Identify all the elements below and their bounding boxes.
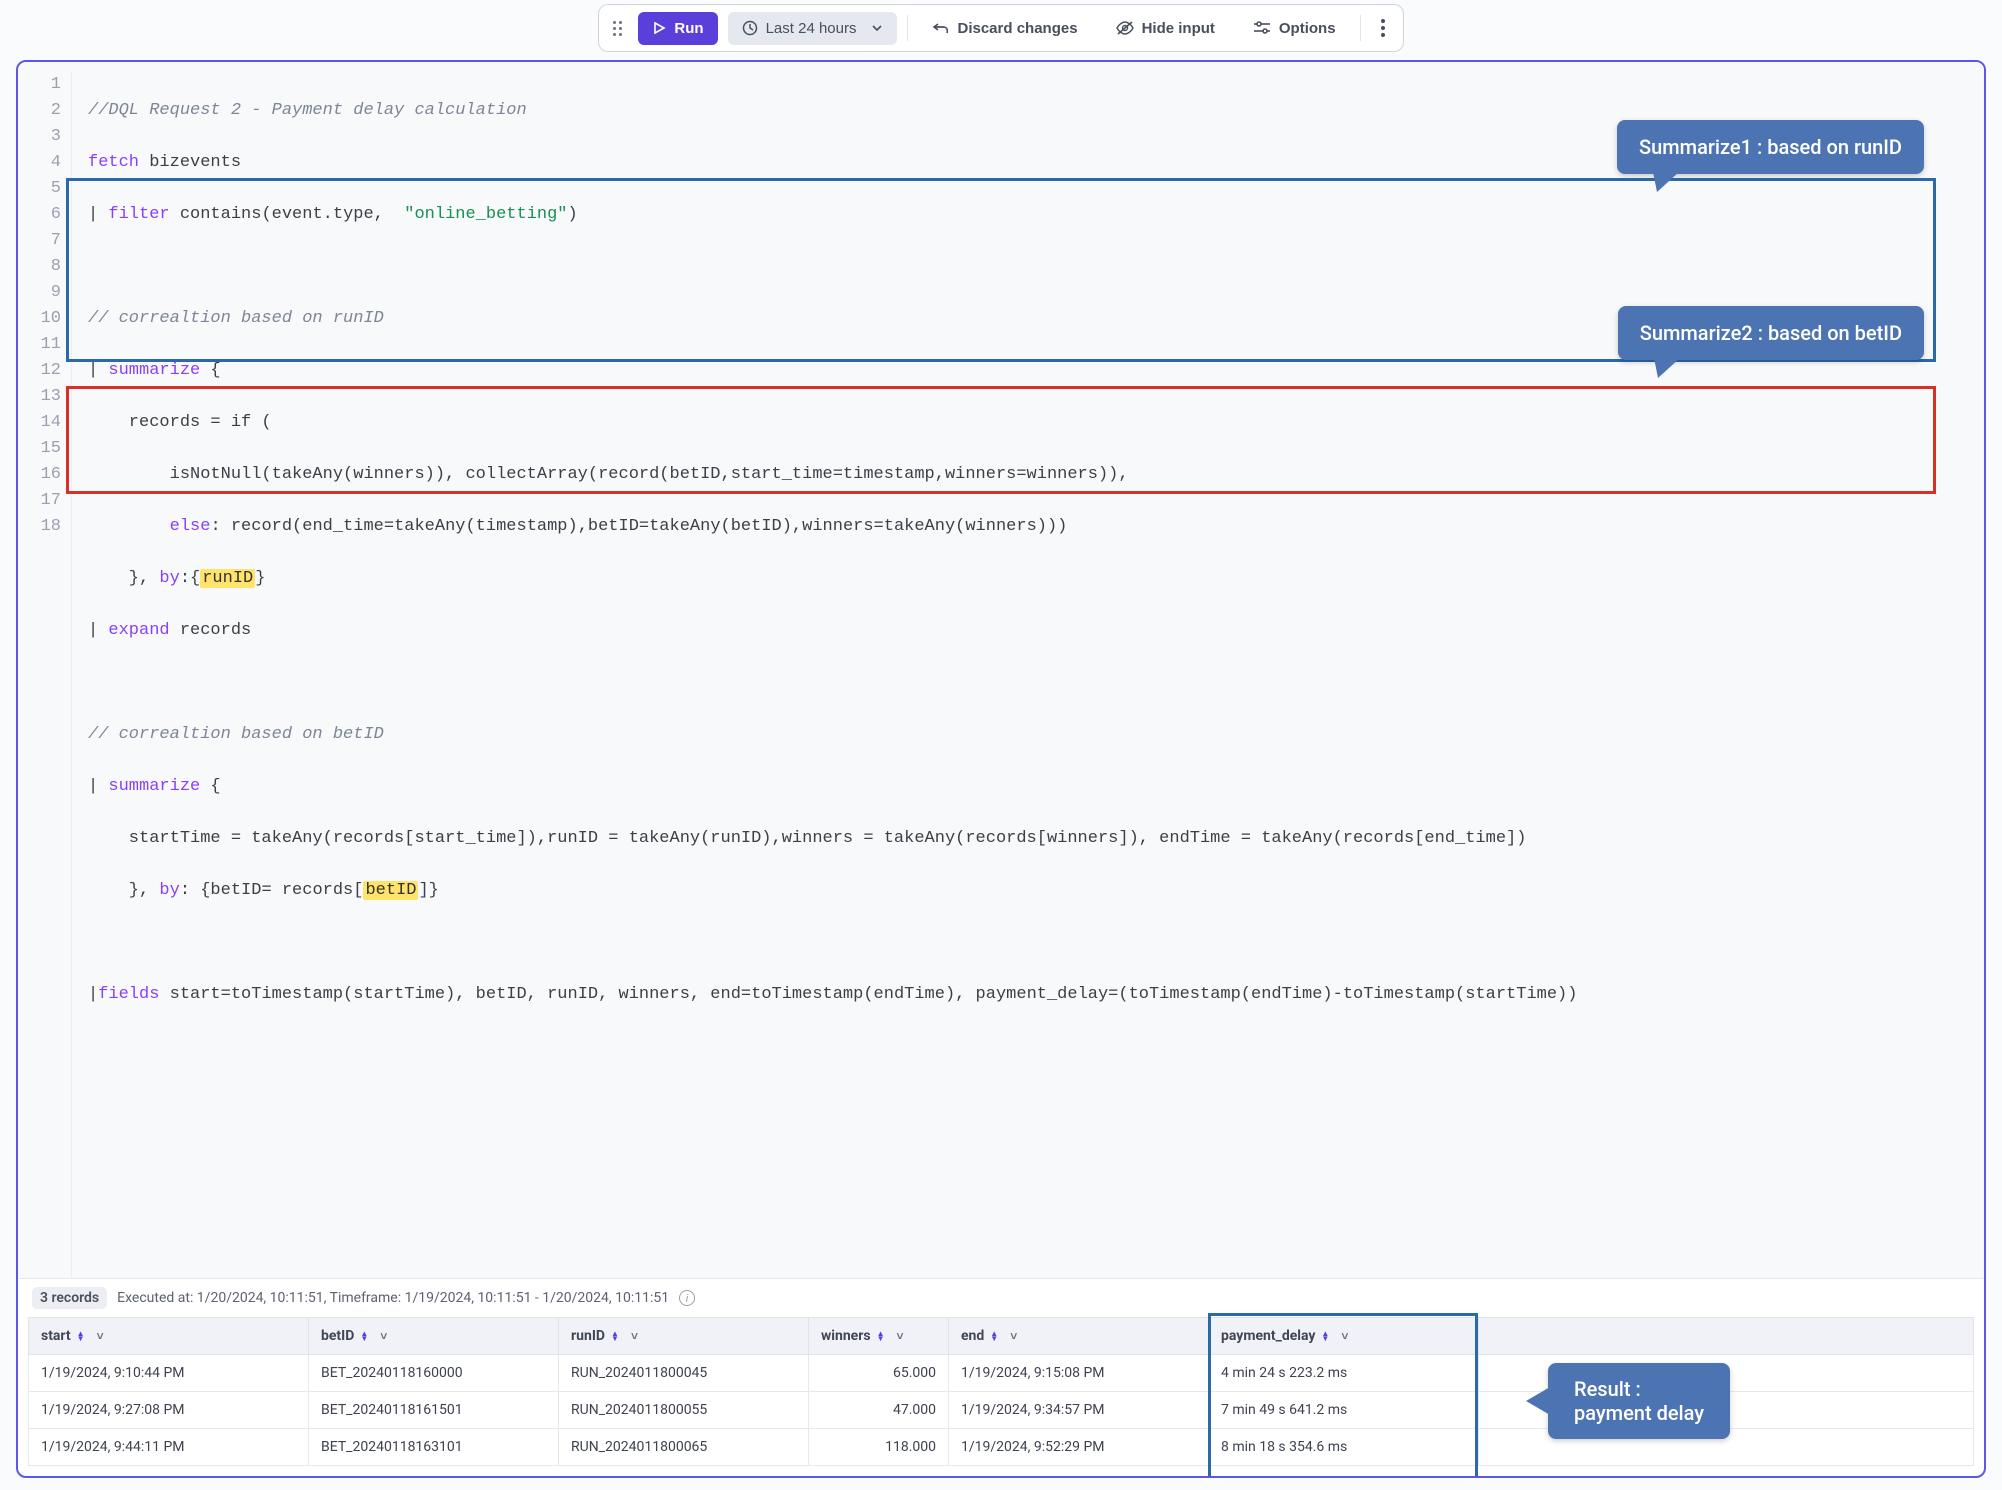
line-number: 11 [18, 332, 61, 358]
line-number: 9 [18, 280, 61, 306]
discard-label: Discard changes [958, 20, 1078, 37]
line-number: 7 [18, 228, 61, 254]
col-payment-delay[interactable]: payment_delay▲▼˅ [1209, 1318, 1479, 1355]
col-spacer [1479, 1318, 1974, 1355]
code-editor[interactable]: 123456789101112131415161718 //DQL Reques… [18, 62, 1984, 1279]
line-number: 16 [18, 462, 61, 488]
line-number: 15 [18, 436, 61, 462]
separator [1360, 15, 1361, 41]
cell-end: 1/19/2024, 9:52:29 PM [949, 1429, 1209, 1466]
code-area[interactable]: //DQL Request 2 - Payment delay calculat… [72, 72, 1984, 1278]
line-number: 1 [18, 72, 61, 98]
options-label: Options [1279, 20, 1336, 37]
cell-end: 1/19/2024, 9:15:08 PM [949, 1355, 1209, 1392]
cell-start: 1/19/2024, 9:27:08 PM [29, 1392, 309, 1429]
more-menu-button[interactable] [1371, 11, 1395, 45]
line-number: 14 [18, 410, 61, 436]
cell-betid: BET_20240118163101 [309, 1429, 559, 1466]
results-area: start▲▼˅ betID▲▼˅ runID▲▼˅ winners▲▼˅ en… [18, 1317, 1984, 1476]
cell-runid: RUN_2024011800055 [559, 1392, 809, 1429]
drag-handle-icon[interactable] [607, 15, 628, 42]
timeframe-button[interactable]: Last 24 hours [728, 12, 897, 45]
cell-winners: 118.000 [809, 1429, 949, 1466]
hide-label: Hide input [1142, 20, 1215, 37]
play-icon [652, 21, 666, 35]
line-number: 3 [18, 124, 61, 150]
col-start[interactable]: start▲▼˅ [29, 1318, 309, 1355]
callout-summarize1: Summarize1 : based on runID [1617, 120, 1924, 174]
execution-info: Executed at: 1/20/2024, 10:11:51, Timefr… [117, 1290, 669, 1306]
col-runid[interactable]: runID▲▼˅ [559, 1318, 809, 1355]
options-button[interactable]: Options [1239, 12, 1350, 45]
cell-payment-delay: 4 min 24 s 223.2 ms [1209, 1355, 1479, 1392]
cell-runid: RUN_2024011800045 [559, 1355, 809, 1392]
callout-summarize2: Summarize2 : based on betID [1618, 306, 1924, 360]
info-icon[interactable]: i [679, 1290, 695, 1306]
col-betid[interactable]: betID▲▼˅ [309, 1318, 559, 1355]
sliders-icon [1253, 21, 1271, 35]
table-header-row: start▲▼˅ betID▲▼˅ runID▲▼˅ winners▲▼˅ en… [29, 1318, 1974, 1355]
cell-betid: BET_20240118161501 [309, 1392, 559, 1429]
cell-start: 1/19/2024, 9:10:44 PM [29, 1355, 309, 1392]
separator [907, 15, 908, 41]
eye-off-icon [1116, 21, 1134, 35]
kebab-icon [1381, 19, 1385, 37]
callout-result: Result : payment delay [1548, 1363, 1730, 1439]
line-number: 10 [18, 306, 61, 332]
cell-betid: BET_20240118160000 [309, 1355, 559, 1392]
record-count-badge: 3 records [32, 1287, 107, 1309]
cell-payment-delay: 7 min 49 s 641.2 ms [1209, 1392, 1479, 1429]
line-number: 8 [18, 254, 61, 280]
line-number: 4 [18, 150, 61, 176]
query-panel: 123456789101112131415161718 //DQL Reques… [16, 60, 1986, 1478]
cell-payment-delay: 8 min 18 s 354.6 ms [1209, 1429, 1479, 1466]
line-number: 18 [18, 514, 61, 540]
hide-input-button[interactable]: Hide input [1102, 12, 1229, 45]
line-number: 17 [18, 488, 61, 514]
cell-end: 1/19/2024, 9:34:57 PM [949, 1392, 1209, 1429]
query-toolbar: Run Last 24 hours Discard changes Hide i… [598, 4, 1403, 52]
col-end[interactable]: end▲▼˅ [949, 1318, 1209, 1355]
timeframe-label: Last 24 hours [766, 20, 857, 37]
line-number: 2 [18, 98, 61, 124]
cell-winners: 65.000 [809, 1355, 949, 1392]
status-bar: 3 records Executed at: 1/20/2024, 10:11:… [18, 1279, 1984, 1317]
line-number: 12 [18, 358, 61, 384]
cell-start: 1/19/2024, 9:44:11 PM [29, 1429, 309, 1466]
line-number: 6 [18, 202, 61, 228]
col-winners[interactable]: winners▲▼˅ [809, 1318, 949, 1355]
undo-icon [932, 21, 950, 35]
line-number: 13 [18, 384, 61, 410]
cell-winners: 47.000 [809, 1392, 949, 1429]
run-label: Run [674, 20, 703, 37]
line-gutter: 123456789101112131415161718 [18, 72, 72, 1278]
discard-button[interactable]: Discard changes [918, 12, 1092, 45]
cell-runid: RUN_2024011800065 [559, 1429, 809, 1466]
line-number: 5 [18, 176, 61, 202]
run-button[interactable]: Run [638, 12, 717, 45]
clock-icon [742, 20, 758, 36]
chevron-down-icon [871, 22, 883, 34]
